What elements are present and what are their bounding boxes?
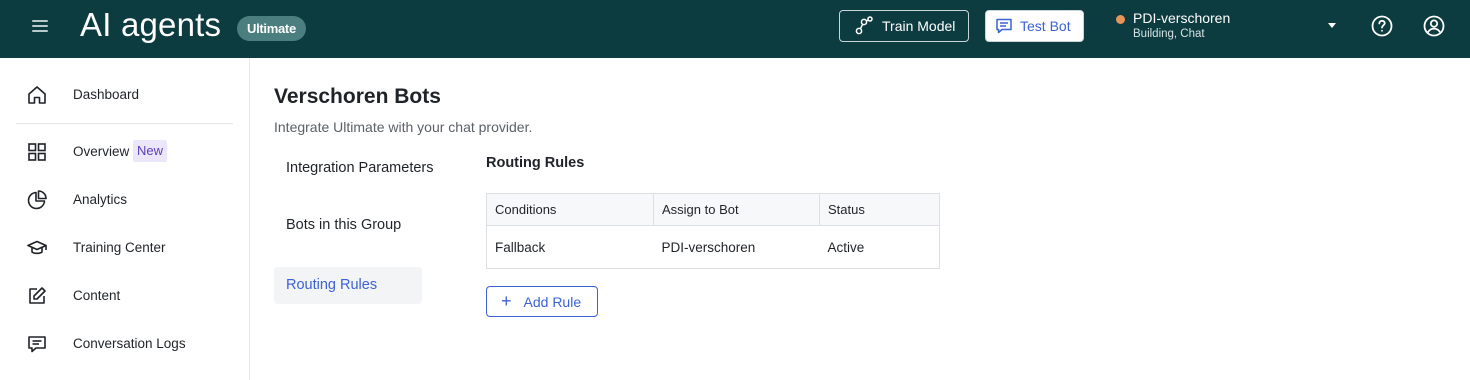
chat-bubble-icon (996, 18, 1012, 34)
help-circle-icon[interactable] (1371, 15, 1393, 37)
routing-rules-table: Conditions Assign to Bot Status Fallback… (486, 193, 940, 269)
bot-status-dot (1116, 15, 1125, 24)
sidebar-divider (16, 123, 233, 124)
grid-icon (28, 143, 46, 161)
new-badge: New (133, 140, 168, 162)
edit-icon (29, 287, 46, 304)
cell-assigned-bot: PDI-verschoren (653, 225, 820, 269)
graduation-cap-icon (27, 240, 47, 255)
train-model-label: Train Model (882, 18, 956, 34)
sidebar-item-training-center[interactable]: Training Center (0, 228, 249, 268)
test-bot-label: Test Bot (1020, 18, 1071, 34)
sidebar-item-conversation-logs[interactable]: Conversation Logs (0, 324, 249, 364)
add-rule-button[interactable]: + Add Rule (486, 286, 598, 317)
account-circle-icon[interactable] (1423, 15, 1445, 37)
sidebar-item-dashboard[interactable]: Dashboard (0, 75, 249, 115)
sidebar-item-label: Overview (73, 144, 130, 159)
sidebar-item-overview[interactable]: Overview New (0, 132, 249, 172)
subnav-bots-in-group[interactable]: Bots in this Group (274, 207, 422, 244)
sidebar-item-label: Conversation Logs (73, 336, 186, 351)
column-header-status: Status (819, 193, 940, 226)
column-header-assign-to-bot: Assign to Bot (653, 193, 820, 226)
bot-selector-dropdown[interactable]: PDI-verschoren Building, Chat (1116, 10, 1340, 44)
top-bar: AI agents Ultimate Train Model Test Bot … (0, 0, 1470, 58)
test-bot-button[interactable]: Test Bot (985, 10, 1084, 42)
sidebar-item-analytics[interactable]: Analytics (0, 180, 249, 220)
subnav-integration-parameters[interactable]: Integration Parameters (274, 150, 434, 187)
table-header-row: Conditions Assign to Bot Status (486, 193, 940, 226)
sidebar-item-label: Training Center (73, 240, 166, 255)
sidebar: Dashboard Overview New Analytics Trainin… (0, 58, 250, 380)
table-row[interactable]: Fallback PDI-verschoren Active (486, 225, 940, 269)
routing-rules-title: Routing Rules (486, 155, 585, 171)
add-rule-label: Add Rule (523, 293, 582, 310)
sidebar-item-content[interactable]: Content (0, 276, 249, 316)
cell-status: Active (819, 225, 940, 269)
subnav-routing-rules[interactable]: Routing Rules (274, 267, 422, 304)
page-title: Verschoren Bots (274, 85, 441, 108)
sidebar-item-label: Analytics (73, 192, 128, 207)
model-graph-icon (855, 16, 873, 35)
chat-log-icon (28, 336, 46, 353)
home-icon (28, 86, 46, 104)
page-subtitle: Integrate Ultimate with your chat provid… (274, 119, 533, 135)
cell-condition: Fallback (486, 225, 654, 269)
sidebar-item-label: Content (73, 288, 121, 303)
train-model-button[interactable]: Train Model (839, 10, 969, 42)
caret-down-icon (1328, 23, 1336, 28)
pie-chart-icon (27, 190, 47, 210)
menu-icon[interactable] (30, 17, 50, 37)
bot-selector-subtitle: Building, Chat (1133, 28, 1205, 40)
column-header-conditions: Conditions (486, 193, 654, 226)
plus-icon: + (501, 290, 512, 311)
bot-selector-name: PDI-verschoren (1133, 10, 1231, 26)
sidebar-item-label: Dashboard (73, 87, 140, 102)
app-title: AI agents (80, 6, 222, 43)
plan-badge: Ultimate (237, 16, 306, 41)
